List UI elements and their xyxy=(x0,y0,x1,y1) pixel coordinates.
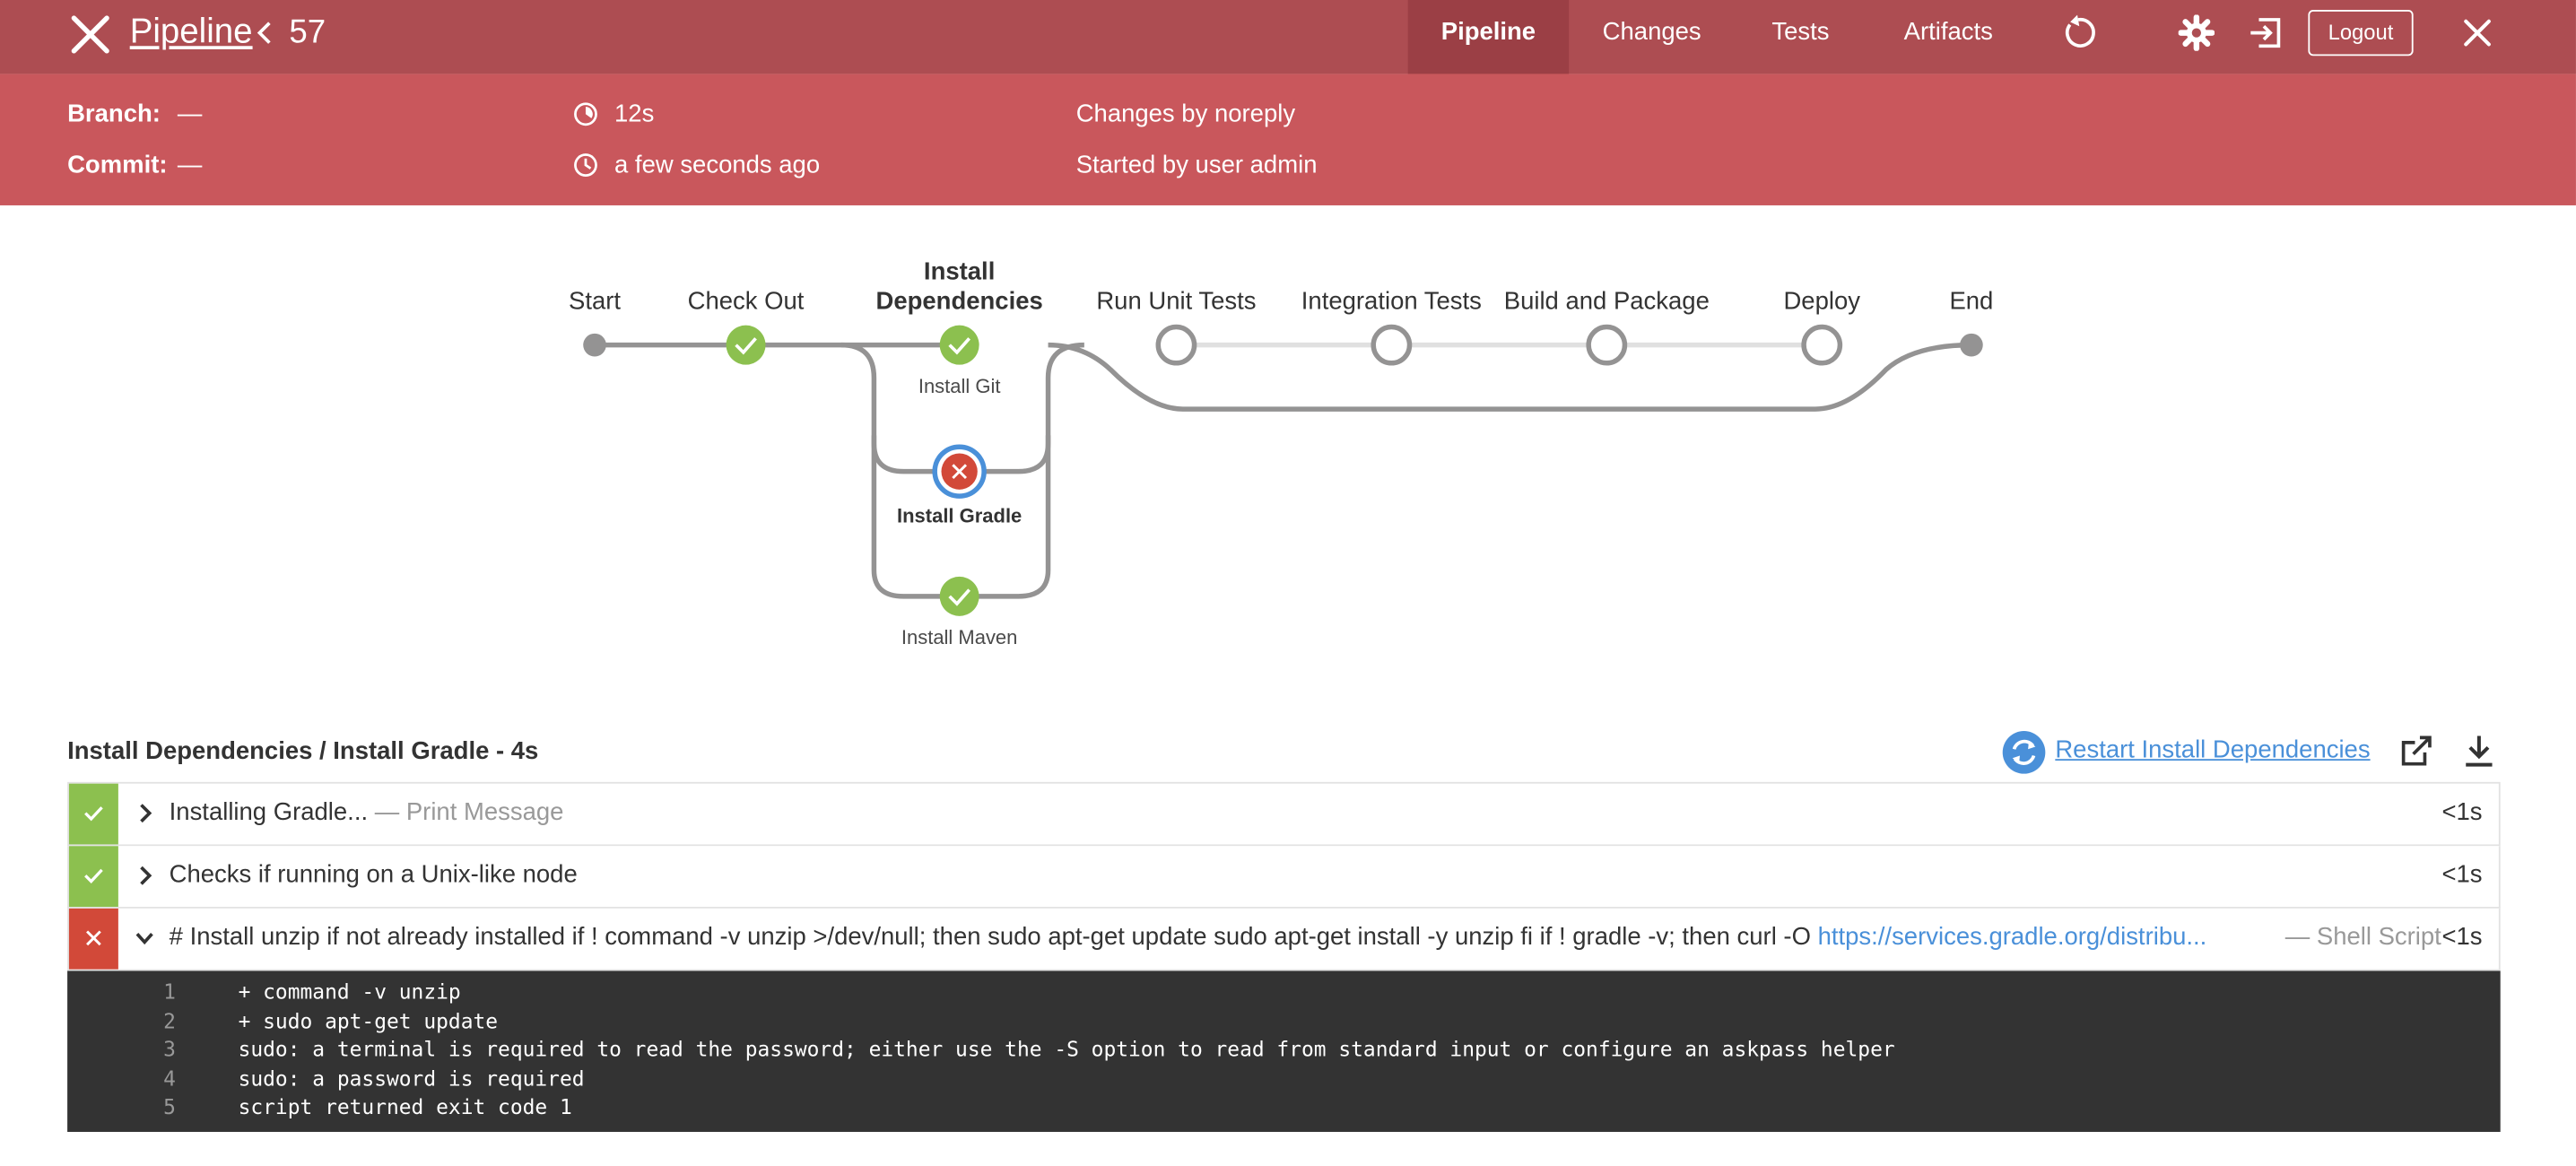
log-output: 1 + command -v unzip 2 + sudo apt-get upda… xyxy=(67,970,2501,1132)
stage-label-install-line2: Dependencies xyxy=(875,287,1043,316)
log-line-number[interactable]: 4 xyxy=(67,1064,176,1092)
restart-stage-link[interactable]: Restart Install Dependencies xyxy=(2055,736,2370,764)
started-time: a few seconds ago xyxy=(614,151,821,179)
duration-value: 12s xyxy=(614,100,655,128)
stage-label-run-unit-tests: Run Unit Tests xyxy=(1096,287,1257,316)
step-title-text: Installing Gradle... xyxy=(169,798,369,827)
log-line-text: script returned exit code 1 xyxy=(238,1093,572,1119)
stage-node-install-git[interactable] xyxy=(939,325,979,365)
stage-node-install-maven[interactable] xyxy=(939,576,979,616)
log-line-number[interactable]: 5 xyxy=(67,1092,176,1120)
close-icon xyxy=(86,930,101,946)
open-external-icon[interactable] xyxy=(2398,733,2434,769)
stage-label-integration-tests: Integration Tests xyxy=(1301,287,1482,316)
stage-label-install-line1: Install xyxy=(923,257,996,286)
check-icon xyxy=(84,868,103,884)
stage-node-run-unit-tests[interactable] xyxy=(1155,324,1197,366)
log-line: 3 sudo: a terminal is required to read th… xyxy=(67,1035,2501,1063)
step-title: Checks if running on a Unix-like node xyxy=(170,861,578,889)
log-line-text: + sudo apt-get update xyxy=(238,1007,499,1033)
pipeline-graph-lines xyxy=(583,324,1983,616)
chevron-right-icon[interactable] xyxy=(135,864,154,887)
tab-changes[interactable]: Changes xyxy=(1574,0,1730,74)
chevron-left-icon xyxy=(257,22,271,44)
started-by: Started by user admin xyxy=(1075,151,1318,179)
run-summary: Branch: — Commit: — 12s a few seconds ag… xyxy=(0,74,2576,205)
stage-node-integration-tests[interactable] xyxy=(1371,324,1413,366)
step-row[interactable]: Installing Gradle... — Print Message <1s xyxy=(67,781,2501,847)
sign-out-icon[interactable] xyxy=(2248,14,2284,50)
step-title: # Install unzip if not already installed… xyxy=(170,923,2338,951)
stage-label-check-out: Check Out xyxy=(687,287,805,316)
step-row-expanded[interactable]: # Install unzip if not already installed… xyxy=(67,908,2501,971)
stage-node-build-and-package[interactable] xyxy=(1586,324,1628,366)
log-line-text: sudo: a terminal is required to read the… xyxy=(238,1036,1895,1062)
stage-node-deploy[interactable] xyxy=(1801,324,1843,366)
step-breadcrumb: Install Dependencies / Install Gradle - … xyxy=(67,737,539,766)
log-line-text: + command -v unzip xyxy=(238,979,461,1005)
commit-value: — xyxy=(177,151,203,179)
tab-pipeline[interactable]: Pipeline xyxy=(1407,0,1570,74)
step-title-text: Checks if running on a Unix-like node xyxy=(169,860,578,889)
step-title-text: # Install unzip if not already installed… xyxy=(169,923,1818,952)
clock-icon xyxy=(574,153,597,177)
step-duration: <1s xyxy=(2441,798,2483,827)
commit-label: Commit: xyxy=(67,151,168,179)
stage-label-build-and-package: Build and Package xyxy=(1503,287,1710,316)
end-node xyxy=(1960,333,1983,357)
close-icon[interactable] xyxy=(69,13,112,57)
step-type: — Print Message xyxy=(374,798,564,827)
parallel-label-install-git: Install Git xyxy=(918,374,1001,398)
parallel-label-install-maven: Install Maven xyxy=(901,625,1018,649)
log-line: 5 script returned exit code 1 xyxy=(67,1092,2501,1120)
restart-icon[interactable] xyxy=(2001,729,2047,775)
branch-value: — xyxy=(177,100,203,128)
start-node xyxy=(583,333,606,357)
close-icon[interactable] xyxy=(2461,16,2494,49)
parallel-label-install-gradle: Install Gradle xyxy=(897,504,1023,527)
step-status-success xyxy=(68,783,118,845)
rerun-icon[interactable] xyxy=(2060,14,2096,50)
pipeline-graph: Start Check Out Install Dependencies Run… xyxy=(0,205,2576,715)
steps-list: Installing Gradle... — Print Message <1s… xyxy=(67,781,2501,971)
tab-artifacts[interactable]: Artifacts xyxy=(1873,0,2024,74)
log-line: 1 + command -v unzip xyxy=(67,978,2501,1005)
pipeline-title-link[interactable]: Pipeline xyxy=(130,13,253,53)
chevron-right-icon[interactable] xyxy=(135,802,154,825)
log-line-number[interactable]: 2 xyxy=(67,1006,176,1034)
run-number: 57 xyxy=(289,14,326,51)
branch-label: Branch: xyxy=(67,100,161,128)
step-link[interactable]: https://services.gradle.org/distribu... xyxy=(1818,923,2207,951)
step-type: — Shell Script xyxy=(2278,923,2441,952)
step-duration: <1s xyxy=(2441,860,2483,889)
stage-node-install-gradle[interactable] xyxy=(932,444,987,499)
gear-icon[interactable] xyxy=(2178,14,2215,51)
top-bar: Pipeline 57 Pipeline Changes Tests Artif… xyxy=(0,0,2576,74)
step-status-success xyxy=(68,846,118,908)
step-row[interactable]: Checks if running on a Unix-like node <1… xyxy=(67,846,2501,909)
logout-button[interactable]: Logout xyxy=(2308,9,2414,57)
chevron-down-icon[interactable] xyxy=(135,927,154,950)
stage-label-end: End xyxy=(1949,287,1994,316)
tab-tests[interactable]: Tests xyxy=(1741,0,1859,74)
duration-icon xyxy=(574,102,597,126)
step-duration: <1s xyxy=(2441,923,2483,952)
step-status-failed xyxy=(68,908,118,970)
log-line-number[interactable]: 3 xyxy=(67,1035,176,1063)
download-icon[interactable] xyxy=(2461,733,2497,769)
check-icon xyxy=(84,806,103,822)
log-line: 2 + sudo apt-get update xyxy=(67,1006,2501,1034)
changes-by: Changes by noreply xyxy=(1075,100,1296,128)
stage-node-check-out[interactable] xyxy=(726,325,766,365)
log-line-text: sudo: a password is required xyxy=(238,1065,585,1091)
log-line: 4 sudo: a password is required xyxy=(67,1064,2501,1092)
step-title: Installing Gradle... — Print Message xyxy=(170,798,564,826)
log-line-number[interactable]: 1 xyxy=(67,978,176,1005)
